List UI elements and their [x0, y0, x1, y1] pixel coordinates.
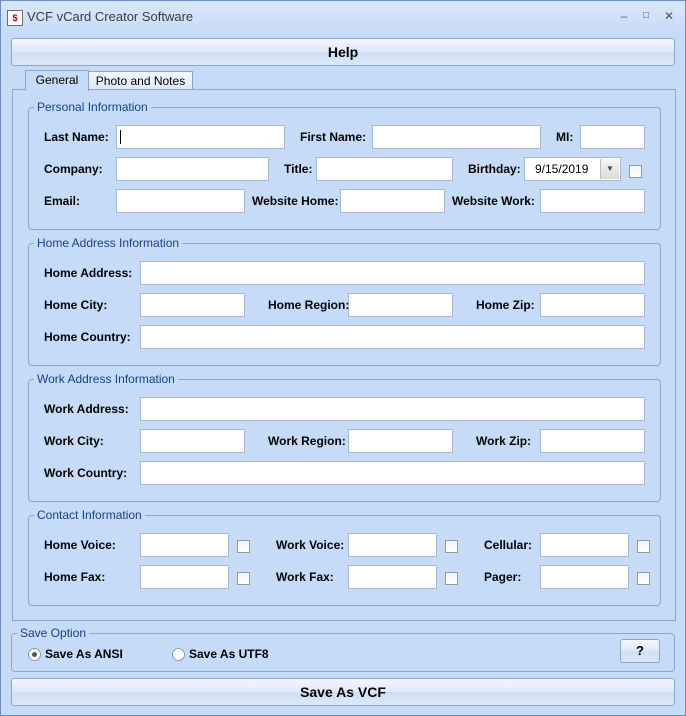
save-utf8-label[interactable]: Save As UTF8 — [189, 642, 269, 666]
save-utf8-radio[interactable] — [172, 648, 185, 661]
work-fax-label: Work Fax: — [276, 570, 334, 584]
mi-label: MI: — [556, 130, 574, 144]
chevron-down-icon[interactable]: ▼ — [600, 159, 619, 179]
home-fax-input[interactable] — [140, 565, 229, 589]
work-zip-input[interactable] — [540, 429, 645, 453]
vcard-app-icon: $ — [7, 10, 23, 26]
mi-input[interactable] — [580, 125, 645, 149]
tab-general[interactable]: General — [25, 70, 89, 91]
home-voice-label: Home Voice: — [44, 538, 116, 552]
home-zip-input[interactable] — [540, 293, 645, 317]
home-fax-label: Home Fax: — [44, 570, 106, 584]
last-name-label: Last Name: — [44, 130, 109, 144]
home-region-label: Home Region: — [268, 298, 350, 312]
general-tab-panel: Personal Information Last Name: First Na… — [12, 89, 676, 621]
home-address-label: Home Address: — [44, 266, 133, 280]
title-input[interactable] — [316, 157, 453, 181]
birthday-date-picker[interactable]: 9/15/2019 ▼ — [524, 157, 621, 181]
contact-information-group: Contact Information — [28, 508, 661, 606]
work-zip-label: Work Zip: — [476, 434, 532, 448]
home-country-input[interactable] — [140, 325, 645, 349]
minimize-icon[interactable]: – — [613, 6, 635, 26]
work-voice-checkbox[interactable] — [445, 540, 458, 553]
last-name-input[interactable] — [116, 125, 285, 149]
app-window: $ VCF vCard Creator Software – □ ✕ Help … — [0, 0, 686, 716]
work-country-input[interactable] — [140, 461, 645, 485]
pager-checkbox[interactable] — [637, 572, 650, 585]
contact-information-legend: Contact Information — [37, 508, 142, 522]
work-voice-input[interactable] — [348, 533, 437, 557]
email-input[interactable] — [116, 189, 245, 213]
cellular-label: Cellular: — [484, 538, 533, 552]
save-as-vcf-button[interactable]: Save As VCF — [11, 678, 675, 706]
work-country-label: Work Country: — [44, 466, 128, 480]
question-help-button[interactable]: ? — [620, 639, 660, 663]
website-home-label: Website Home: — [252, 194, 339, 208]
company-input[interactable] — [116, 157, 269, 181]
work-fax-checkbox[interactable] — [445, 572, 458, 585]
work-address-legend: Work Address Information — [37, 372, 175, 386]
work-region-label: Work Region: — [268, 434, 346, 448]
cellular-checkbox[interactable] — [637, 540, 650, 553]
tab-photo-and-notes[interactable]: Photo and Notes — [88, 71, 193, 90]
window-title: VCF vCard Creator Software — [27, 9, 194, 24]
birthday-label: Birthday: — [468, 162, 521, 176]
home-voice-checkbox[interactable] — [237, 540, 250, 553]
pager-label: Pager: — [484, 570, 522, 584]
close-icon[interactable]: ✕ — [658, 6, 680, 26]
save-ansi-radio[interactable] — [28, 648, 41, 661]
home-voice-input[interactable] — [140, 533, 229, 557]
home-address-legend: Home Address Information — [37, 236, 180, 250]
home-city-input[interactable] — [140, 293, 245, 317]
home-zip-label: Home Zip: — [476, 298, 535, 312]
company-label: Company: — [44, 162, 103, 176]
website-work-label: Website Work: — [452, 194, 535, 208]
birthday-value: 9/15/2019 — [535, 162, 589, 176]
work-city-label: Work City: — [44, 434, 104, 448]
work-region-input[interactable] — [348, 429, 453, 453]
cellular-input[interactable] — [540, 533, 629, 557]
pager-input[interactable] — [540, 565, 629, 589]
work-fax-input[interactable] — [348, 565, 437, 589]
home-city-label: Home City: — [44, 298, 108, 312]
save-option-legend: Save Option — [20, 626, 87, 640]
birthday-checkbox[interactable] — [629, 165, 642, 178]
first-name-label: First Name: — [300, 130, 367, 144]
email-label: Email: — [44, 194, 81, 208]
title-label: Title: — [284, 162, 313, 176]
personal-information-legend: Personal Information — [37, 100, 148, 114]
first-name-input[interactable] — [372, 125, 541, 149]
website-home-input[interactable] — [340, 189, 445, 213]
website-work-input[interactable] — [540, 189, 645, 213]
work-address-label: Work Address: — [44, 402, 129, 416]
text-cursor — [120, 130, 121, 144]
home-region-input[interactable] — [348, 293, 453, 317]
home-address-input[interactable] — [140, 261, 645, 285]
maximize-icon[interactable]: □ — [635, 6, 657, 26]
work-voice-label: Work Voice: — [276, 538, 345, 552]
work-address-input[interactable] — [140, 397, 645, 421]
home-fax-checkbox[interactable] — [237, 572, 250, 585]
work-city-input[interactable] — [140, 429, 245, 453]
help-button[interactable]: Help — [11, 38, 675, 66]
home-country-label: Home Country: — [44, 330, 131, 344]
save-ansi-label[interactable]: Save As ANSI — [45, 642, 123, 666]
title-bar: $ VCF vCard Creator Software – □ ✕ — [1, 1, 685, 33]
